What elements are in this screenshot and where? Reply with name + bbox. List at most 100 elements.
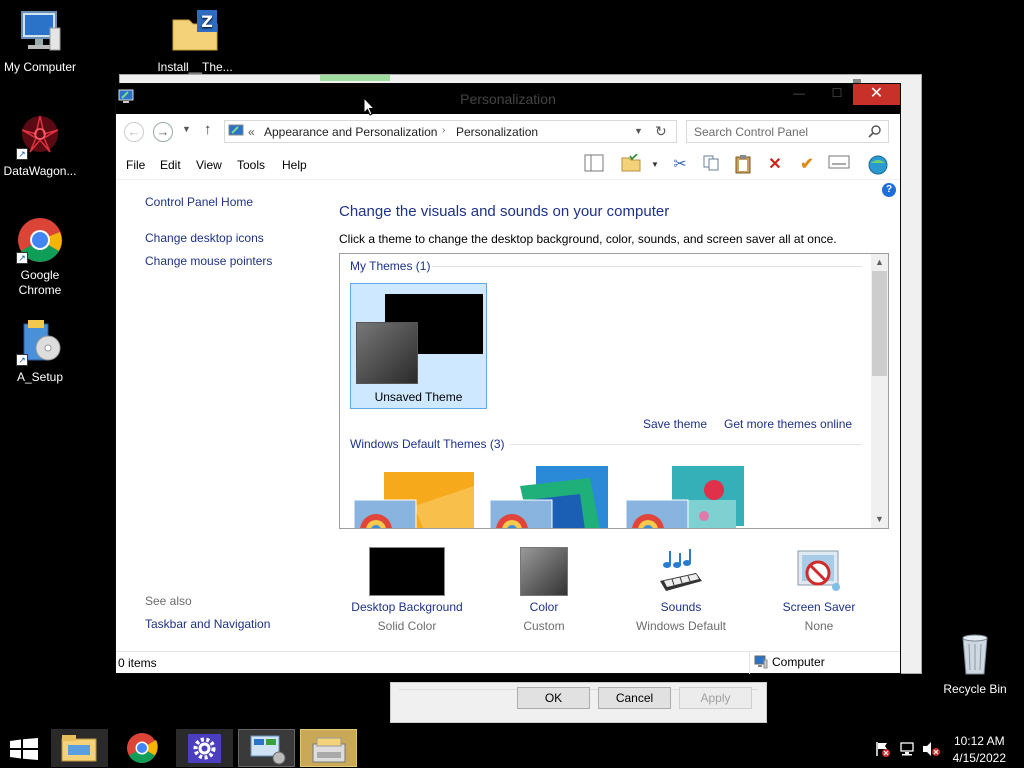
breadcrumb-item-personalization[interactable]: Personalization bbox=[456, 125, 538, 139]
taskbar-control-panel[interactable] bbox=[238, 729, 295, 767]
desktop-icon-datawagon[interactable]: ↗ DataWagon... bbox=[0, 112, 80, 179]
background-dialog-accent bbox=[320, 75, 390, 81]
desktop-icon-chrome[interactable]: ↗ Google Chrome bbox=[0, 216, 80, 298]
themes-scrollbar[interactable]: ▲ ▼ bbox=[871, 254, 888, 528]
apply-button[interactable]: Apply bbox=[679, 687, 752, 709]
menu-view[interactable]: View bbox=[196, 158, 222, 172]
back-button[interactable]: ← bbox=[124, 122, 144, 142]
desktop-background-link[interactable]: Desktop Background bbox=[337, 600, 477, 614]
theme-tile-flowers[interactable] bbox=[626, 466, 746, 528]
cut-icon[interactable]: ✂ bbox=[669, 154, 691, 176]
desktop-icon-label: DataWagon... bbox=[3, 164, 77, 178]
sounds-link[interactable]: Sounds bbox=[611, 600, 751, 614]
folder-options-chevron-icon[interactable]: ▼ bbox=[651, 160, 659, 169]
network-icon[interactable] bbox=[899, 741, 915, 760]
taskbar-clock[interactable]: 10:12 AM 4/15/2022 bbox=[953, 733, 1006, 767]
theme-tile-unsaved[interactable]: Unsaved Theme bbox=[350, 283, 487, 409]
scroll-up-arrow-icon[interactable]: ▲ bbox=[871, 254, 888, 271]
theme-tile-lines-and-colors[interactable] bbox=[490, 466, 610, 528]
search-placeholder: Search Control Panel bbox=[694, 125, 809, 139]
desktop-icon-a-setup[interactable]: ↗ A_Setup bbox=[0, 318, 80, 385]
sidebar-change-mouse-pointers[interactable]: Change mouse pointers bbox=[145, 254, 272, 268]
up-arrow-button[interactable]: ↑ bbox=[204, 121, 212, 138]
breadcrumb-separator-icon: › bbox=[442, 125, 446, 136]
refresh-icon[interactable]: ↻ bbox=[655, 123, 667, 140]
color-swatch bbox=[520, 547, 568, 596]
menu-edit[interactable]: Edit bbox=[160, 158, 181, 172]
delete-icon[interactable]: ✕ bbox=[764, 154, 786, 176]
datawagon-icon: ↗ bbox=[16, 112, 64, 160]
group-divider bbox=[432, 266, 862, 267]
close-button[interactable]: ✕ bbox=[853, 84, 900, 105]
shortcut-arrow-icon: ↗ bbox=[16, 252, 28, 264]
color-option[interactable]: Color Custom bbox=[474, 547, 614, 633]
sidebar-change-desktop-icons[interactable]: Change desktop icons bbox=[145, 231, 264, 245]
paste-icon[interactable] bbox=[732, 154, 754, 176]
sounds-icon bbox=[656, 547, 706, 596]
my-themes-group-label[interactable]: My Themes (1) bbox=[350, 259, 430, 273]
taskbar-chrome[interactable] bbox=[114, 729, 171, 767]
clock-date: 4/15/2022 bbox=[952, 751, 1006, 765]
check-icon[interactable]: ✔ bbox=[796, 154, 818, 176]
page-title: Change the visuals and sounds on your co… bbox=[339, 203, 670, 220]
titlebar[interactable]: Personalization — ☐ ✕ bbox=[116, 84, 900, 114]
address-bar: ← → ▼ ↑ « Appearance and Personalization… bbox=[116, 114, 900, 148]
forward-button[interactable]: → bbox=[153, 122, 173, 142]
default-themes-group-label[interactable]: Windows Default Themes (3) bbox=[350, 437, 505, 451]
menu-tools[interactable]: Tools bbox=[237, 158, 265, 172]
shortcut-arrow-icon: ↗ bbox=[16, 148, 28, 160]
desktop-icon-recycle-bin[interactable]: Recycle Bin bbox=[935, 630, 1015, 697]
screen-saver-value: None bbox=[804, 619, 834, 633]
desktop-icon-install[interactable]: Z Install__The... bbox=[155, 8, 235, 75]
action-center-flag-icon[interactable] bbox=[875, 741, 891, 760]
breadcrumb[interactable]: « Appearance and Personalization › Perso… bbox=[224, 120, 677, 143]
breadcrumb-overflow[interactable]: « bbox=[248, 125, 255, 139]
theme-tile-windows[interactable] bbox=[354, 466, 474, 528]
menu-bar: File Edit View Tools Help ▼ ✂ ✕ ✔ ? bbox=[116, 148, 900, 197]
taskbar-file-explorer[interactable] bbox=[51, 729, 108, 767]
desktop-icon-label: Recycle Bin bbox=[943, 682, 1007, 696]
desktop-icon-my-computer[interactable]: My Computer bbox=[0, 8, 80, 75]
screen-saver-option[interactable]: Screen Saver None bbox=[749, 547, 889, 633]
properties-icon[interactable] bbox=[828, 154, 850, 176]
status-location: Computer bbox=[749, 652, 899, 674]
scrollbar-thumb[interactable] bbox=[872, 271, 887, 376]
scroll-down-arrow-icon[interactable]: ▼ bbox=[871, 511, 888, 528]
search-icon[interactable] bbox=[868, 124, 882, 141]
recent-locations-chevron-icon[interactable]: ▼ bbox=[182, 124, 191, 134]
cancel-button[interactable]: Cancel bbox=[598, 687, 671, 709]
taskbar-active-window[interactable] bbox=[300, 729, 357, 767]
search-input[interactable]: Search Control Panel bbox=[686, 120, 889, 143]
dialog-button-row: OK Cancel Apply bbox=[390, 682, 767, 723]
color-value: Custom bbox=[523, 619, 565, 633]
desktop-icon-label: Install__The... bbox=[157, 60, 233, 74]
setup-icon: ↗ bbox=[16, 318, 64, 366]
copy-icon[interactable] bbox=[700, 154, 722, 176]
address-dropdown-chevron-icon[interactable]: ▼ bbox=[634, 126, 643, 136]
screen-saver-icon bbox=[794, 547, 844, 596]
volume-muted-icon[interactable] bbox=[922, 741, 940, 760]
screen-saver-link[interactable]: Screen Saver bbox=[749, 600, 889, 614]
clock-time: 10:12 AM bbox=[953, 734, 1005, 748]
get-more-themes-link[interactable]: Get more themes online bbox=[724, 417, 852, 431]
computer-icon bbox=[16, 8, 64, 56]
sidebar-taskbar-and-navigation[interactable]: Taskbar and Navigation bbox=[145, 617, 270, 631]
globe-icon[interactable] bbox=[867, 154, 889, 176]
menu-file[interactable]: File bbox=[126, 158, 145, 172]
color-link[interactable]: Color bbox=[474, 600, 614, 614]
sounds-value: Windows Default bbox=[635, 619, 727, 633]
save-theme-link[interactable]: Save theme bbox=[643, 417, 707, 431]
svg-text:Z: Z bbox=[201, 12, 213, 31]
sounds-option[interactable]: Sounds Windows Default bbox=[611, 547, 751, 633]
taskbar-settings[interactable] bbox=[176, 729, 233, 767]
start-button[interactable] bbox=[10, 738, 38, 763]
sidebar-control-panel-home[interactable]: Control Panel Home bbox=[145, 195, 253, 209]
folder-options-icon[interactable] bbox=[620, 153, 642, 176]
layout-pane-icon[interactable] bbox=[583, 154, 605, 176]
desktop-background-option[interactable]: Desktop Background Solid Color bbox=[337, 547, 477, 633]
menu-help[interactable]: Help bbox=[282, 158, 307, 172]
taskbar: 10:12 AM 4/15/2022 bbox=[0, 728, 1024, 768]
breadcrumb-item-appearance[interactable]: Appearance and Personalization bbox=[264, 125, 437, 139]
ok-button[interactable]: OK bbox=[517, 687, 590, 709]
help-icon[interactable]: ? bbox=[882, 183, 896, 197]
